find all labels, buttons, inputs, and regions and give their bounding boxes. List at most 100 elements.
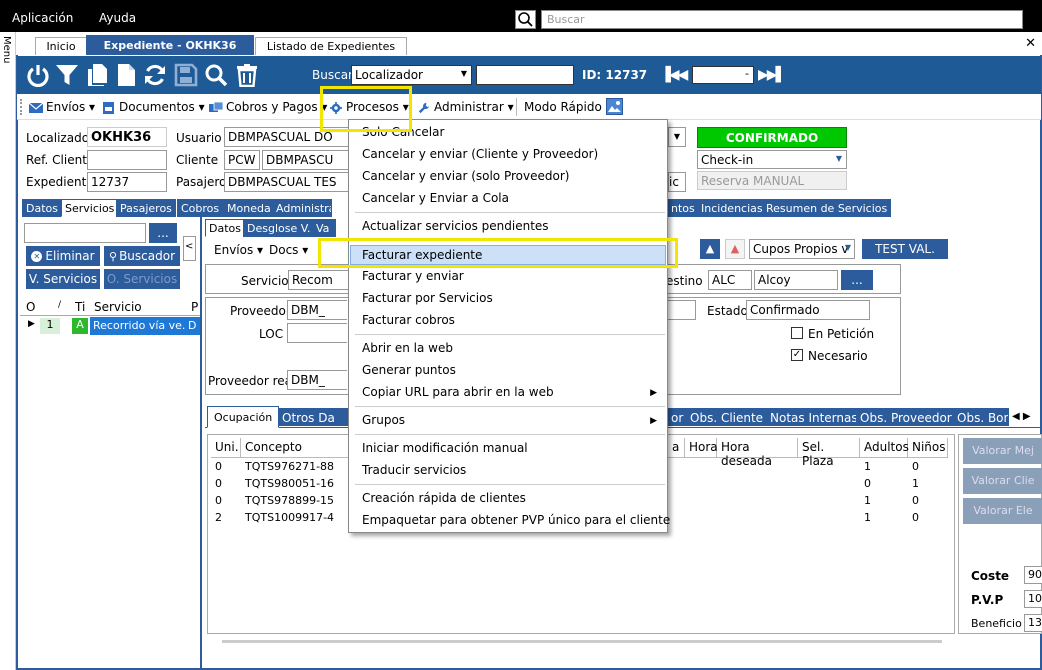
menu-item-cancelar-enviar-cliente-proveedor[interactable]: Cancelar y enviar (Cliente y Proveedor): [362, 147, 598, 161]
envios-menu[interactable]: Envíos ▾: [29, 100, 95, 114]
grid-col-adultos[interactable]: Adultos: [860, 438, 909, 458]
partial-button[interactable]: ic: [668, 172, 686, 192]
grid-col-fecha[interactable]: a: [668, 438, 685, 458]
bottom-tab-otros[interactable]: Otros Da: [278, 408, 350, 426]
necesario-checkbox[interactable]: ✓: [791, 349, 803, 361]
bottom-tab-obs-cliente[interactable]: Obs. Cliente: [686, 408, 768, 426]
menu-item-abrir-web[interactable]: Abrir en la web: [362, 341, 453, 355]
cobros-pagos-menu[interactable]: Cobros y Pagos ▾: [209, 100, 327, 114]
menu-item-facturar-servicios[interactable]: Facturar por Servicios: [362, 291, 493, 305]
nav-position-input[interactable]: -: [692, 66, 754, 84]
services-search-input[interactable]: [24, 223, 146, 243]
main-tab-resumen[interactable]: Resumen de Servicios: [762, 199, 892, 217]
destino-name-input[interactable]: Alcoy: [754, 270, 838, 290]
administrar-menu[interactable]: Administrar ▾: [417, 100, 514, 114]
dropdown-arrow-icon[interactable]: ▼: [668, 127, 686, 147]
bottom-tab-ocupacion[interactable]: Ocupación: [207, 406, 280, 428]
menu-item-copiar-url[interactable]: Copiar URL para abrir en la web: [362, 385, 554, 399]
cliente-name-input[interactable]: DBMPASCU: [262, 150, 350, 170]
col-servicio[interactable]: Servicio: [94, 300, 142, 314]
warning-icon[interactable]: ▲: [725, 239, 745, 259]
bottom-tab-notas[interactable]: Notas Internas: [766, 408, 862, 426]
global-search-input[interactable]: Buscar: [541, 10, 1023, 29]
detail-envios-menu[interactable]: Envíos ▾: [214, 243, 263, 257]
col-p[interactable]: P: [191, 300, 198, 314]
menu-item-cancelar-enviar-cola[interactable]: Cancelar y Enviar a Cola: [362, 191, 509, 205]
servicio-input[interactable]: Recom: [288, 270, 348, 290]
vservicios-button[interactable]: V. Servicios: [26, 269, 100, 289]
proveedor-real-input[interactable]: DBM_: [287, 370, 347, 390]
detail-tab-va[interactable]: Va: [312, 219, 336, 237]
grid-col-concepto[interactable]: Concepto: [241, 438, 353, 458]
col-ti[interactable]: Ti: [75, 300, 85, 314]
grid-col-hora-deseada[interactable]: Hora deseada: [717, 438, 798, 468]
ref-cliente-input[interactable]: [87, 150, 167, 170]
en-peticion-checkbox[interactable]: [791, 327, 803, 339]
proveedor-extra-input[interactable]: [668, 300, 696, 320]
main-tab-servicios[interactable]: Servicios: [61, 199, 119, 217]
cupos-select[interactable]: Cupos Propios v ▼: [749, 239, 855, 259]
menu-item-generar-puntos[interactable]: Generar puntos: [362, 363, 456, 377]
search-icon[interactable]: [515, 10, 536, 29]
image-icon[interactable]: [606, 98, 623, 115]
tab-listado-expedientes[interactable]: Listado de Expedientes: [255, 37, 407, 55]
eliminar-button[interactable]: ✕ Eliminar: [26, 246, 100, 266]
menu-ayuda[interactable]: Ayuda: [99, 11, 136, 25]
detail-tab-datos[interactable]: Datos: [205, 219, 245, 237]
search-icon[interactable]: [204, 63, 228, 87]
nav-first-prev-icons[interactable]: ▐◀◀: [660, 67, 688, 83]
services-search-button[interactable]: ...: [149, 223, 177, 243]
table-row[interactable]: ▶ 1 A Recorrido vía ve... D: [20, 317, 200, 335]
collapse-left-button[interactable]: <: [183, 236, 196, 261]
nav-next-last-icons[interactable]: ▶▶▌: [758, 67, 786, 83]
copy-icon[interactable]: [85, 63, 109, 87]
col-o[interactable]: O: [26, 300, 35, 314]
buscar-input[interactable]: [476, 65, 574, 85]
menu-item-empaquetar-pvp[interactable]: Empaquetar para obtener PVP único para e…: [362, 513, 670, 527]
estado-input[interactable]: Confirmado: [746, 300, 870, 320]
menu-item-iniciar-modificacion[interactable]: Iniciar modificación manual: [362, 441, 528, 455]
checkin-select[interactable]: Check-in ▼: [697, 150, 847, 169]
refresh-icon[interactable]: [143, 63, 167, 87]
menu-item-actualizar-servicios[interactable]: Actualizar servicios pendientes: [362, 219, 549, 233]
col-sort[interactable]: /: [58, 300, 61, 310]
bottom-tab-obs-conductor[interactable]: or: [668, 408, 686, 426]
trash-icon[interactable]: [235, 63, 259, 88]
bottom-tab-obs-proveedor[interactable]: Obs. Proveedor: [856, 408, 956, 426]
menu-item-grupos[interactable]: Grupos: [362, 413, 405, 427]
documentos-menu[interactable]: Documentos ▾: [102, 100, 205, 114]
bottom-tab-obs-bono[interactable]: Obs. Bon: [953, 408, 1009, 426]
destino-search-button[interactable]: ...: [841, 270, 873, 290]
new-document-icon[interactable]: [114, 63, 138, 87]
save-icon[interactable]: [174, 63, 198, 87]
close-tab-icon[interactable]: ✕: [1025, 36, 1036, 51]
menu-aplicacion[interactable]: Aplicación: [12, 11, 73, 25]
pasajero-input[interactable]: DBMPASCUAL TES: [224, 172, 350, 192]
tab-expediente[interactable]: Expediente - OKHK36: [86, 35, 254, 55]
grid-col-ninos[interactable]: Niños: [908, 438, 948, 458]
main-tab-documentos[interactable]: ntos: [668, 199, 698, 217]
grid-col-uni[interactable]: Uni.: [211, 438, 241, 458]
main-tab-administra[interactable]: Administra: [272, 199, 332, 217]
proveedor-input[interactable]: DBM_: [287, 300, 347, 320]
grid-scrollbar[interactable]: [222, 640, 942, 643]
modo-rapido-button[interactable]: Modo Rápido: [524, 100, 602, 114]
grid-col-sel-plaza[interactable]: Sel. Plaza: [798, 438, 860, 468]
expediente-input[interactable]: 12737: [87, 172, 167, 192]
menu-item-cancelar-enviar-proveedor[interactable]: Cancelar y enviar (solo Proveedor): [362, 169, 569, 183]
main-tab-datos[interactable]: Datos: [22, 199, 62, 217]
grid-col-hora[interactable]: Hora: [685, 438, 718, 458]
main-tab-pasajeros[interactable]: Pasajeros: [116, 199, 176, 217]
menu-item-facturar-enviar[interactable]: Facturar y enviar: [362, 269, 464, 283]
test-val-button[interactable]: TEST VAL.: [862, 239, 948, 259]
destino-code-input[interactable]: ALC: [708, 270, 752, 290]
tab-inicio[interactable]: Inicio: [35, 37, 87, 55]
detail-docs-menu[interactable]: Docs ▾: [269, 243, 308, 257]
main-tab-incidencias[interactable]: Incidencias: [697, 199, 767, 217]
filter-icon[interactable]: [55, 63, 79, 87]
main-tab-moneda[interactable]: Moneda: [223, 199, 275, 217]
side-menu-strip[interactable]: Menu: [0, 32, 16, 670]
move-up-icon[interactable]: ▲: [700, 239, 720, 259]
menu-item-traducir-servicios[interactable]: Traducir servicios: [362, 463, 466, 477]
tab-scroll-arrows-icon[interactable]: ◀ ▶: [1012, 411, 1031, 422]
